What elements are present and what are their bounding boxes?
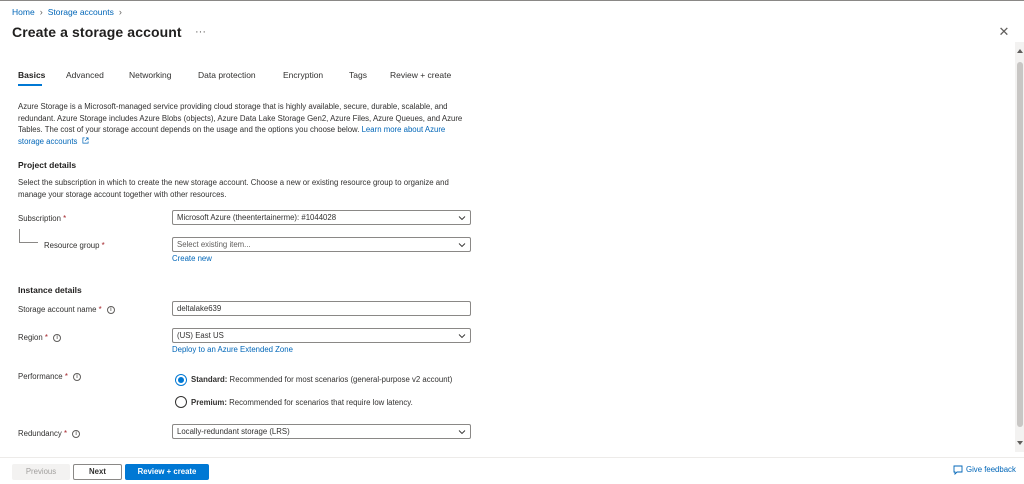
region-label: Region * i [18,333,62,342]
give-feedback-text: Give feedback [966,465,1016,474]
chevron-down-icon [458,430,466,435]
performance-standard-title: Standard: [191,375,228,384]
page-title: Create a storage account [12,24,182,40]
close-icon[interactable]: ✕ [997,25,1011,39]
performance-premium-radio[interactable] [175,396,187,408]
performance-premium-text: Premium: Recommended for scenarios that … [191,398,413,407]
previous-button[interactable]: Previous [12,464,70,480]
chevron-down-icon [458,216,466,221]
tab-basics[interactable]: Basics [18,70,45,80]
footer-divider [0,457,1024,458]
breadcrumb: Home › Storage accounts › [12,7,122,17]
subscription-label-text: Subscription [18,214,61,223]
resource-group-placeholder: Select existing item... [177,240,251,249]
chevron-right-icon: › [118,7,122,17]
tab-bar: Basics Advanced Networking Data protecti… [18,70,478,88]
required-marker: * [64,372,68,381]
tab-tags[interactable]: Tags [349,70,367,80]
subscription-dropdown[interactable]: Microsoft Azure (theentertainerme): #104… [172,210,471,225]
intro-description: Azure Storage is a Microsoft-managed ser… [18,101,468,147]
tab-data-protection[interactable]: Data protection [198,70,256,80]
region-dropdown[interactable]: (US) East US [172,328,471,343]
resource-group-label: Resource group * [44,241,105,250]
performance-premium-title: Premium: [191,398,227,407]
instance-details-heading: Instance details [18,285,82,295]
breadcrumb-home-link[interactable]: Home [12,7,35,17]
performance-standard-desc: Recommended for most scenarios (general-… [227,375,453,384]
required-marker: * [98,305,102,314]
storage-account-name-label: Storage account name * i [18,305,115,314]
required-marker: * [101,241,105,250]
give-feedback-link[interactable]: Give feedback [953,464,1016,476]
resource-group-dropdown[interactable]: Select existing item... [172,237,471,252]
tab-review-create[interactable]: Review + create [390,70,451,80]
storage-account-name-input[interactable]: deltalake639 [172,301,471,316]
region-value: (US) East US [177,331,224,340]
info-icon[interactable]: i [73,372,82,381]
redundancy-label: Redundancy * i [18,429,81,438]
project-details-description: Select the subscription in which to crea… [18,178,449,199]
performance-standard-text: Standard: Recommended for most scenarios… [191,375,452,384]
required-marker: * [44,333,48,342]
more-options-icon[interactable]: ··· [195,26,206,38]
resource-group-label-text: Resource group [44,241,100,250]
redundancy-dropdown[interactable]: Locally-redundant storage (LRS) [172,424,471,439]
chevron-right-icon: › [39,7,43,17]
subscription-value: Microsoft Azure (theentertainerme): #104… [177,213,337,222]
storage-account-name-label-text: Storage account name [18,305,97,314]
performance-standard-radio[interactable] [175,374,187,386]
deploy-extended-zone-link[interactable]: Deploy to an Azure Extended Zone [172,344,293,356]
performance-label: Performance * i [18,372,82,381]
review-create-button[interactable]: Review + create [125,464,209,480]
performance-label-text: Performance [18,372,63,381]
scrollbar-thumb[interactable] [1017,62,1023,427]
performance-premium-desc: Recommended for scenarios that require l… [226,398,413,407]
region-label-text: Region [18,333,43,342]
scroll-up-arrow-icon[interactable] [1016,48,1024,54]
info-icon[interactable]: i [53,333,62,342]
breadcrumb-storage-accounts-link[interactable]: Storage accounts [48,7,114,17]
chevron-down-icon [458,243,466,248]
create-new-resource-group-link[interactable]: Create new [172,253,212,265]
storage-account-name-value: deltalake639 [177,304,222,313]
tree-connector-vertical [19,229,20,243]
info-icon[interactable]: i [106,305,115,314]
scroll-down-arrow-icon[interactable] [1016,440,1024,446]
external-link-icon [82,137,89,143]
project-details-heading: Project details [18,160,77,170]
feedback-icon [953,465,963,475]
chevron-down-icon [458,334,466,339]
next-button[interactable]: Next [73,464,122,480]
tree-connector-horizontal [19,242,38,243]
tab-advanced[interactable]: Advanced [66,70,104,80]
tab-networking[interactable]: Networking [129,70,172,80]
tab-encryption[interactable]: Encryption [283,70,323,80]
active-tab-indicator [18,84,42,86]
required-marker: * [63,214,67,223]
redundancy-value: Locally-redundant storage (LRS) [177,427,290,436]
redundancy-label-text: Redundancy [18,429,62,438]
top-border [0,0,1024,1]
subscription-label: Subscription * [18,214,66,223]
required-marker: * [63,429,68,438]
info-icon[interactable]: i [72,429,81,438]
